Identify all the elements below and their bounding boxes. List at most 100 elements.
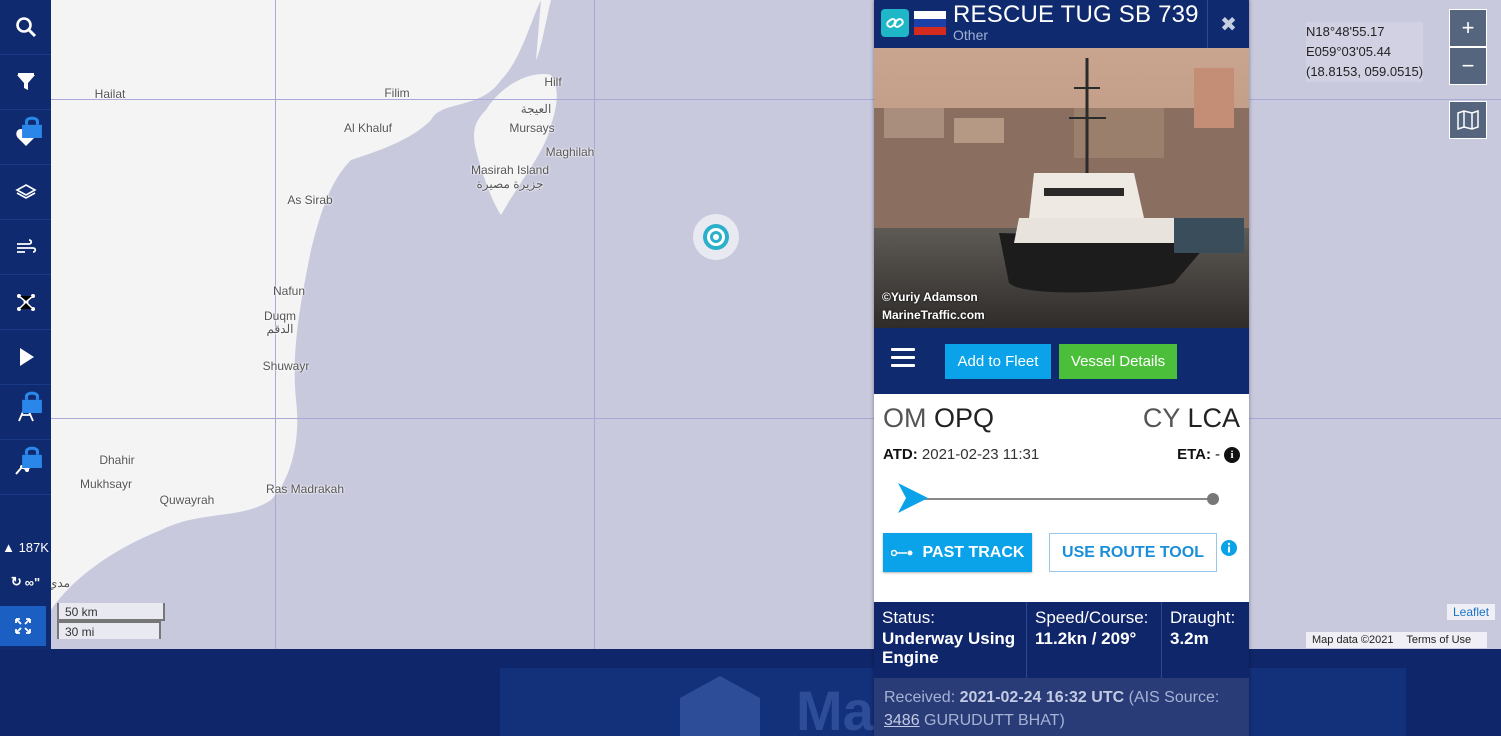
atd-value: 2021-02-23 11:31 [921,446,1040,463]
status-label: Status: [882,608,935,627]
destination-country: CY [1142,403,1180,433]
place-label: As Sirab [287,193,333,207]
destination-port-code: LCA [1187,403,1240,433]
eta-label: ETA: [1177,446,1211,463]
voyage-info: OM OPQ CY LCA ATD: 2021-02-23 11:31 ETA:… [874,394,1249,601]
scale-bar: 50 km 30 mi [57,603,165,639]
ais-source-name: GURUDUTT BHAT) [924,712,1065,729]
ais-source-label: (AIS Source: [1128,689,1220,706]
favorites-button[interactable] [0,110,51,165]
scale-mi: 30 mi [57,621,161,639]
place-label: Al Khaluf [343,121,393,135]
zoom-in-button[interactable]: + [1449,9,1487,47]
use-route-tool-button[interactable]: USE ROUTE TOOL [1049,533,1217,572]
map-canvas[interactable]: Hailat Filim Al Khaluf Hilf العيجة Mursays Mag… [51,0,1501,649]
search-button[interactable] [0,0,51,55]
leaflet-link[interactable]: Leaflet [1447,604,1496,620]
filter-button[interactable] [0,55,51,110]
place-label: العيجة [520,102,552,116]
place-label: Hailat [94,87,126,101]
received-label: Received: [884,689,956,706]
vessel-name: RESCUE TUG SB 739 [953,1,1199,28]
vessel-header: RESCUE TUG SB 739 Other ✖ [874,0,1249,48]
analytics-button[interactable] [0,440,51,495]
fullscreen-button[interactable] [0,606,46,646]
lock-icon [22,446,42,468]
zoom-out-button[interactable]: − [1449,47,1487,85]
vessel-progress-arrow-icon [898,483,928,513]
speed-course-value: 11.2kn / 209° [1035,629,1137,648]
weather-button[interactable] [0,220,51,275]
place-label: الدقم [266,322,294,336]
speed-course-label: Speed/Course: [1035,608,1149,627]
terms-link[interactable]: Terms of Use [1406,634,1471,646]
vessel-photo[interactable] [874,48,1249,328]
link-icon[interactable] [881,9,909,37]
draught-value: 3.2m [1170,629,1209,648]
add-to-fleet-button[interactable]: Add to Fleet [945,344,1051,379]
close-icon: ✖ [1220,13,1237,36]
photo-credit-block: ©Yuriy Adamson MarineTraffic.com [882,288,985,324]
vessel-count: ▲ 187K [0,540,51,555]
vessel-marker[interactable] [693,214,739,260]
status-value: Underway Using Engine [882,629,1016,667]
footer: Ma [0,649,1501,736]
vessel-actions: Add to Fleet Vessel Details [874,328,1249,394]
eta-value: - [1215,446,1220,463]
ais-source-id-link[interactable]: 3486 [884,712,920,729]
filter-icon [16,73,35,90]
origin-port-code: OPQ [934,403,995,433]
map-icon [1457,110,1479,130]
play-button[interactable] [0,330,51,385]
place-label: Hilf [544,75,562,89]
status-bar: Status: Underway Using Engine Speed/Cour… [874,602,1249,678]
lock-icon [22,391,42,413]
play-icon [19,348,34,366]
draught-cell: Draught: 3.2m [1162,602,1249,678]
left-toolbar: ▲ 187K ↻ ∞" [0,0,51,649]
russia-flag-icon [914,11,946,35]
wind-icon [16,239,36,253]
vessel-panel: RESCUE TUG SB 739 Other ✖ ©Yuriy Adamson… [874,0,1249,736]
place-label: Ras Madrakah [265,482,345,496]
place-label: Mursays [509,121,555,135]
destination-port: CY LCA [1143,403,1240,434]
place-label: Quwayrah [159,493,215,507]
status-cell: Status: Underway Using Engine [874,602,1027,678]
map-attribution: Map data ©2021 Terms of Use [1306,632,1488,648]
network-icon [16,294,35,311]
refresh-label: ∞" [24,574,41,590]
measure-button[interactable] [0,385,51,440]
past-track-button[interactable]: PAST TRACK [883,533,1032,572]
network-button[interactable] [0,275,51,330]
expand-icon [15,618,31,634]
latitude-readout: N18°48'55.17 [1306,24,1385,39]
place-label: Maghilah [545,145,595,159]
lock-icon [22,116,42,138]
received-info: Received: 2021-02-24 16:32 UTC (AIS Sour… [874,678,1249,736]
refresh-button[interactable]: ↻ ∞" [0,566,51,598]
vessel-position-icon [703,224,729,250]
place-label: Mukhsayr [79,477,133,491]
eta-info-icon[interactable]: i [1224,446,1240,463]
past-track-label: PAST TRACK [922,543,1025,561]
atd: ATD: 2021-02-23 11:31 [883,446,1039,463]
close-button[interactable]: ✖ [1207,0,1249,48]
place-label: مدي [51,576,71,590]
voyage-progress-track [914,498,1212,500]
place-label: Filim [384,86,410,100]
route-info-icon[interactable] [1220,539,1238,557]
voyage-destination-dot [1207,493,1219,505]
layers-button[interactable] [0,165,51,220]
menu-button[interactable] [891,348,915,372]
tug-photo-image [874,48,1249,328]
marinetraffic-logo-icon [680,676,760,736]
map-layers-button[interactable] [1449,101,1487,139]
layers-icon [14,184,37,199]
place-label: Nafun [272,284,306,298]
origin-country: OM [883,403,927,433]
place-label: Dhahir [99,453,135,467]
refresh-icon: ↻ [10,574,22,589]
place-label: جزيرة مصيرة [476,177,544,191]
vessel-details-button[interactable]: Vessel Details [1059,344,1177,379]
